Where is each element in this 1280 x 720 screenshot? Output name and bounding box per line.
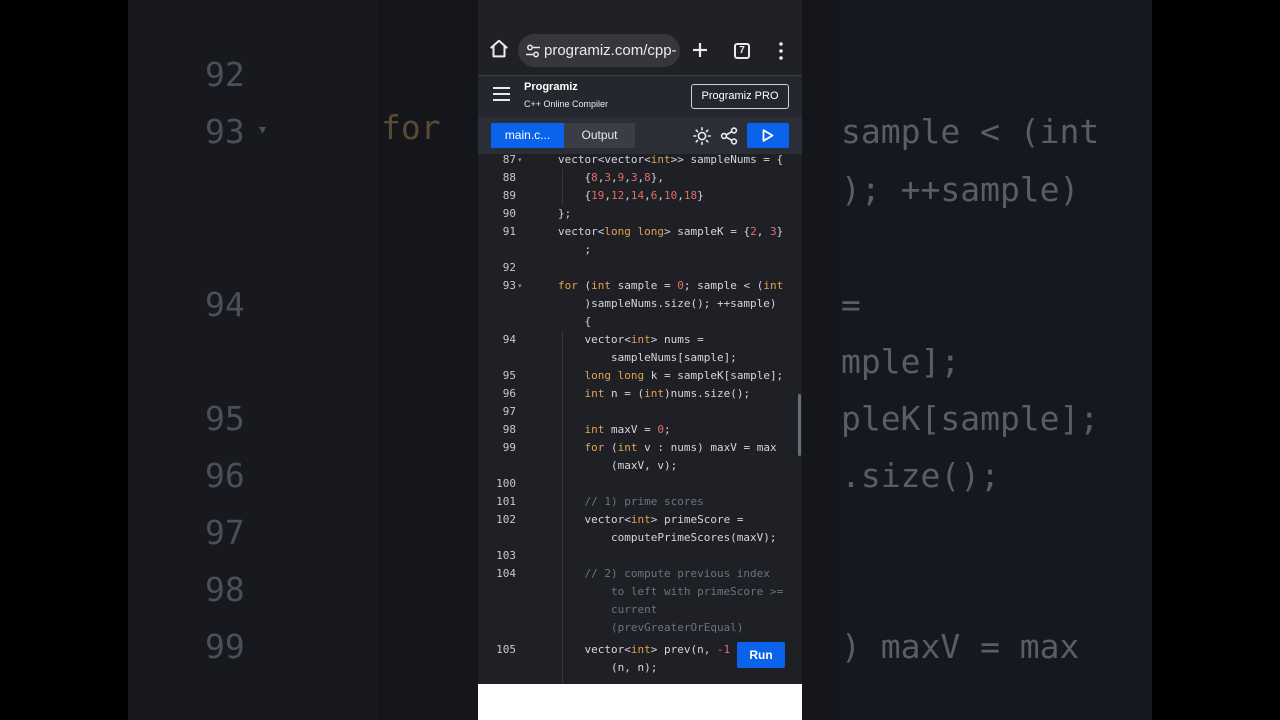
phone-screen: programiz.com/cpp-p 7 Programiz C++ Onli… bbox=[478, 0, 802, 720]
play-icon bbox=[762, 129, 774, 142]
app-header: Programiz C++ Online Compiler Programiz … bbox=[478, 75, 802, 117]
code-line: {19,12,14,6,10,18} bbox=[558, 189, 704, 202]
code-line: int n = (int)nums.size(); bbox=[584, 387, 751, 400]
line-number: 93 bbox=[502, 279, 516, 292]
background-code-fragment: sample < (int bbox=[841, 112, 1100, 151]
background-left-margin bbox=[0, 0, 128, 720]
code-line: vector<int> prev(n, -1 bbox=[558, 643, 731, 656]
programiz-logo[interactable]: Programiz bbox=[524, 81, 578, 93]
line-number: 103 bbox=[496, 549, 516, 562]
browser-toolbar: programiz.com/cpp-p 7 bbox=[478, 0, 802, 75]
line-number: 90 bbox=[502, 207, 516, 220]
programiz-pro-button[interactable]: Programiz PRO bbox=[691, 84, 789, 109]
code-line: (maxV, v); bbox=[558, 459, 678, 472]
background-code-fragment: mple]; bbox=[841, 342, 961, 381]
home-icon[interactable] bbox=[488, 38, 510, 60]
code-line: vector<int> primeScore = bbox=[558, 513, 744, 526]
code-line: vector<long long> sampleK = {2, 3} bbox=[558, 225, 784, 238]
code-line: }; bbox=[558, 207, 572, 220]
background-gutter bbox=[128, 0, 378, 720]
background-line-number: 92 bbox=[205, 55, 245, 94]
editor-tabbar: main.c... Output bbox=[478, 117, 802, 154]
code-line: (n, n); bbox=[558, 661, 658, 674]
line-number: 105 bbox=[496, 643, 516, 656]
background-code-fragment: ); ++sample) bbox=[841, 170, 1080, 209]
line-number: 87 bbox=[502, 154, 516, 166]
line-number: 97 bbox=[502, 405, 516, 418]
line-number: 104 bbox=[496, 567, 516, 580]
background-code-fragment: ) maxV = max bbox=[841, 627, 1080, 666]
line-number: 96 bbox=[502, 387, 516, 400]
background-line-number: 95 bbox=[205, 399, 245, 438]
background-right-margin bbox=[1152, 0, 1280, 720]
code-comment: // 2) compute previous index bbox=[558, 567, 770, 580]
more-vert-icon[interactable] bbox=[779, 42, 783, 60]
line-number: 91 bbox=[502, 225, 516, 238]
background-line-number: 96 bbox=[205, 456, 245, 495]
line-number: 102 bbox=[496, 513, 516, 526]
background-code-fragment: pleK[sample]; bbox=[841, 399, 1100, 438]
line-number: 100 bbox=[496, 477, 516, 490]
background-line-number: 98 bbox=[205, 570, 245, 609]
background-code-fragment: = bbox=[841, 285, 861, 324]
code-line: ; bbox=[558, 243, 592, 256]
line-number: 88 bbox=[502, 171, 516, 184]
tab-main-file[interactable]: main.c... bbox=[491, 123, 564, 148]
background-line-number: 93 bbox=[205, 112, 245, 151]
background-line-number: 97 bbox=[205, 513, 245, 552]
background-code-fragment: .size(); bbox=[841, 456, 1000, 495]
line-number: 92 bbox=[502, 261, 516, 274]
code-line: for (int v : nums) maxV = max bbox=[584, 441, 777, 454]
line-number: 99 bbox=[502, 441, 516, 454]
fold-arrow-icon[interactable]: ▾ bbox=[518, 277, 522, 295]
code-line: sampleNums[sample]; bbox=[558, 351, 737, 364]
share-icon[interactable] bbox=[720, 127, 738, 145]
fold-arrow-icon[interactable]: ▾ bbox=[518, 154, 522, 169]
background-keyword: for bbox=[381, 108, 441, 147]
code-comment: // 1) prime scores bbox=[558, 495, 704, 508]
bottom-blank-area bbox=[478, 684, 802, 720]
code-line: for (int sample = 0; sample < (int bbox=[558, 279, 784, 292]
site-settings-icon[interactable] bbox=[525, 43, 541, 59]
code-line: computePrimeScores(maxV); bbox=[558, 531, 777, 544]
compiler-subtitle: C++ Online Compiler bbox=[524, 99, 609, 109]
plus-icon[interactable] bbox=[690, 40, 710, 60]
code-comment: (prevGreaterOrEqual) bbox=[558, 621, 744, 634]
editor-scrollbar[interactable] bbox=[798, 394, 801, 456]
tabs-icon[interactable]: 7 bbox=[734, 43, 750, 59]
code-comment: current bbox=[558, 603, 658, 616]
line-number: 95 bbox=[502, 369, 516, 382]
code-line: vector<vector<int>> sampleNums = { bbox=[558, 154, 784, 166]
background-line-number: 94 bbox=[205, 285, 245, 324]
background-line-number: 99 bbox=[205, 627, 245, 666]
code-line: { bbox=[558, 315, 592, 328]
code-line: int maxV = 0; bbox=[584, 423, 671, 436]
line-number: 98 bbox=[502, 423, 516, 436]
url-text[interactable]: programiz.com/cpp-p bbox=[544, 42, 676, 59]
line-number: 94 bbox=[502, 333, 516, 346]
code-comment: to left with primeScore >= bbox=[558, 585, 784, 598]
hamburger-menu-icon[interactable] bbox=[493, 87, 510, 101]
code-line: )sampleNums.size(); ++sample) bbox=[558, 297, 777, 310]
run-play-button[interactable] bbox=[747, 123, 789, 148]
address-bar[interactable]: programiz.com/cpp-p bbox=[518, 34, 680, 67]
line-number-gutter: 87 ▾ 88 89 90 91 92 93 ▾ 94 95 96 97 98 … bbox=[478, 154, 523, 684]
code-line: {8,3,9,3,8}, bbox=[558, 171, 664, 184]
background-fold-icon: ▾ bbox=[259, 122, 267, 138]
run-button[interactable]: Run bbox=[737, 642, 785, 668]
theme-toggle-sun-icon[interactable] bbox=[693, 127, 711, 145]
code-editor[interactable]: 87 ▾ 88 89 90 91 92 93 ▾ 94 95 96 97 98 … bbox=[478, 154, 802, 684]
line-number: 89 bbox=[502, 189, 516, 202]
code-line: vector<int> nums = bbox=[558, 333, 704, 346]
code-line: long long k = sampleK[sample]; bbox=[584, 369, 784, 382]
tab-output[interactable]: Output bbox=[564, 123, 635, 148]
line-number: 101 bbox=[496, 495, 516, 508]
